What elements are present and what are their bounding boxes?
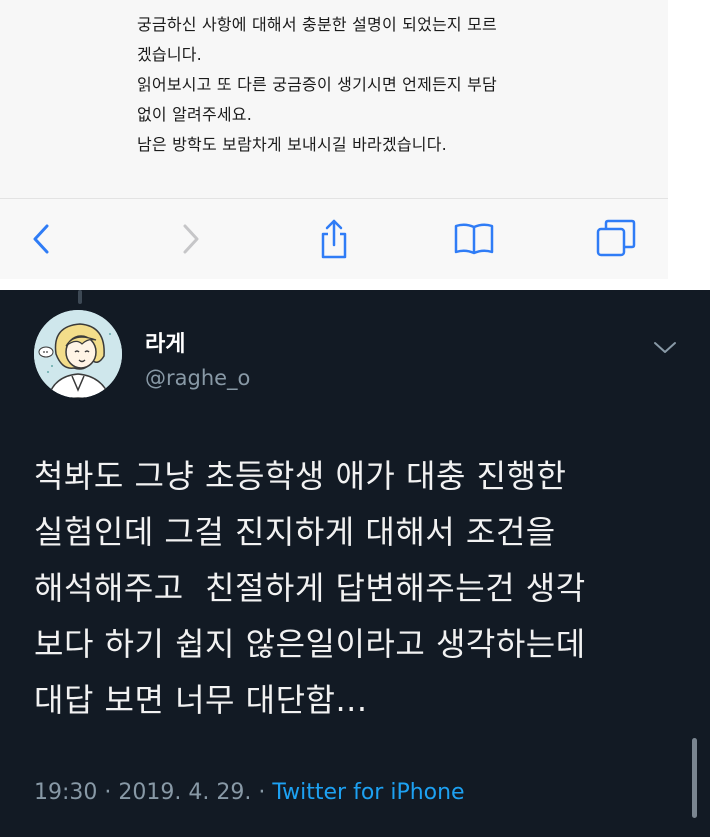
meta-separator: ·: [104, 780, 112, 805]
tweet-metadata: 19:30 · 2019. 4. 29. · Twitter for iPhon…: [34, 780, 465, 805]
tweet-text: 척봐도 그냥 초등학생 애가 대충 진행한 실험인데 그걸 진지하게 대해서 조…: [34, 448, 586, 728]
back-icon: [33, 224, 49, 254]
tweet-source-link[interactable]: Twitter for iPhone: [272, 780, 464, 805]
user-handle[interactable]: @raghe_o: [145, 366, 250, 390]
margin: [668, 0, 710, 290]
tweet-card: 라게 @raghe_o 척봐도 그냥 초등학생 애가 대충 진행한 실험인데 그…: [0, 290, 710, 837]
tabs-button[interactable]: [594, 217, 638, 261]
share-icon: [321, 219, 347, 259]
thread-connector: [78, 290, 82, 304]
reply-line: 읽어보시고 또 다른 궁금증이 생기시면 언제든지 부담: [137, 75, 497, 94]
back-button[interactable]: [20, 217, 64, 261]
tweet-time[interactable]: 19:30: [34, 780, 97, 805]
bookmarks-button[interactable]: [452, 217, 496, 261]
safari-toolbar: [0, 198, 668, 279]
scrollbar[interactable]: [692, 738, 697, 818]
reply-line: 겠습니다.: [137, 45, 202, 64]
forward-icon: [183, 224, 199, 254]
tweet-text-line: 해석해주고 친절하게 답변해주는건 생각: [34, 569, 586, 607]
display-name[interactable]: 라게: [145, 326, 185, 358]
tweet-text-line: 보다 하기 쉽지 않은일이라고 생각하는데: [34, 625, 586, 663]
tweet-date[interactable]: 2019. 4. 29.: [118, 780, 251, 805]
tweet-text-line: 척봐도 그냥 초등학생 애가 대충 진행한: [34, 457, 567, 495]
forward-button[interactable]: [168, 217, 212, 261]
tweet-text-line: 대답 보면 너무 대단함...: [34, 681, 368, 719]
share-button[interactable]: [312, 217, 356, 261]
chevron-down-icon: [654, 342, 676, 353]
reply-line: 남은 방학도 보람차게 보내시길 바라겠습니다.: [137, 135, 447, 154]
bookmarks-icon: [454, 223, 494, 255]
avatar-illustration-icon: [34, 310, 122, 398]
reply-line: 궁금하신 사항에 대해서 충분한 설명이 되었는지 모르: [137, 15, 497, 34]
reply-line: 없이 알려주세요.: [137, 105, 253, 124]
reply-text: 궁금하신 사항에 대해서 충분한 설명이 되었는지 모르 겠습니다. 읽어보시고…: [137, 10, 497, 160]
meta-separator: ·: [258, 780, 266, 805]
tweet-text-line: 실험인데 그걸 진지하게 대해서 조건을: [34, 513, 556, 551]
avatar[interactable]: [34, 310, 122, 398]
more-options-button[interactable]: [652, 338, 678, 356]
safari-page-content: 궁금하신 사항에 대해서 충분한 설명이 되었는지 모르 겠습니다. 읽어보시고…: [0, 0, 668, 198]
tabs-icon: [596, 219, 636, 257]
